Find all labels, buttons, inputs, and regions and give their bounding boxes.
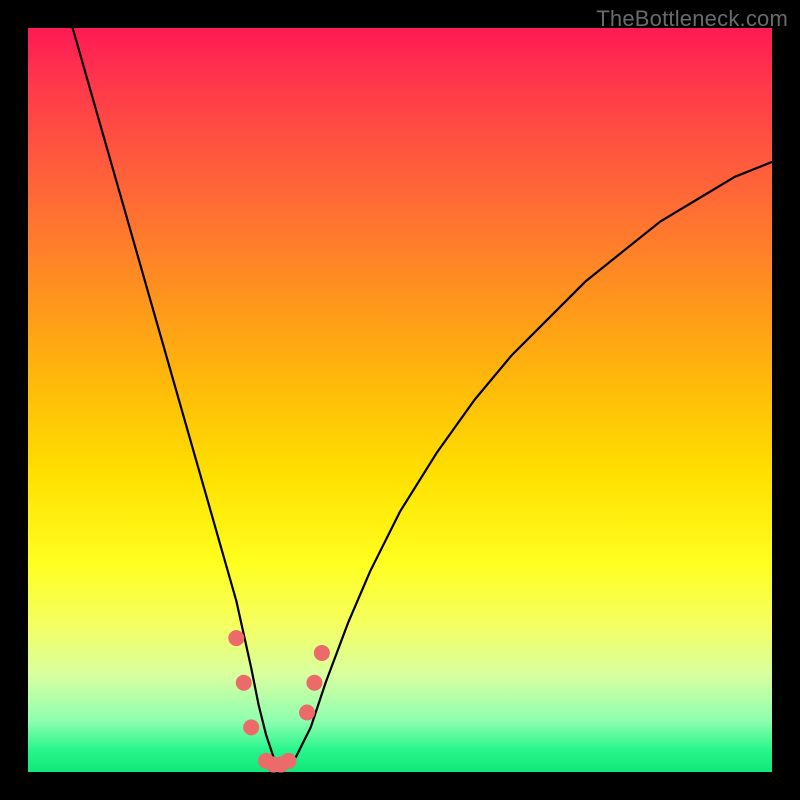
curve-marker xyxy=(243,719,259,735)
curve-marker xyxy=(306,675,322,691)
plot-area xyxy=(28,28,772,772)
curve-marker xyxy=(236,675,252,691)
curve-svg xyxy=(28,28,772,772)
curve-marker xyxy=(314,645,330,661)
bottleneck-curve xyxy=(73,28,772,765)
chart-frame: TheBottleneck.com xyxy=(0,0,800,800)
curve-marker xyxy=(299,704,315,720)
curve-markers xyxy=(228,630,330,772)
watermark-text: TheBottleneck.com xyxy=(596,6,788,32)
curve-marker xyxy=(228,630,244,646)
curve-marker xyxy=(280,753,296,769)
